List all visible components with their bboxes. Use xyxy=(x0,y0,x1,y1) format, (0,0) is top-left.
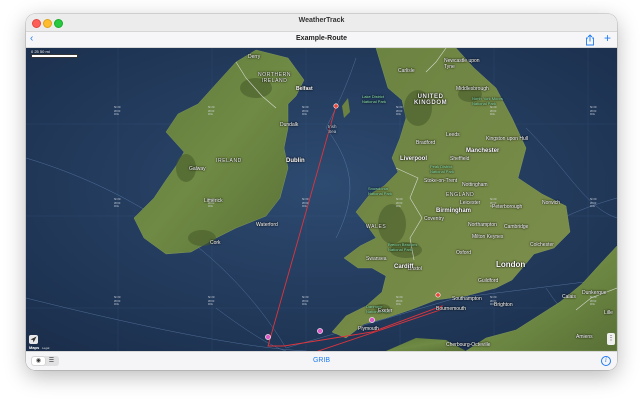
grid-cell-label: N=/0 W=0 0=k xyxy=(590,295,597,306)
park-label: Brecon Beacons National Park xyxy=(388,242,418,252)
title-bar: WeatherTrack xyxy=(26,14,617,32)
city-label: Cork xyxy=(210,240,221,246)
city-label: Amiens xyxy=(576,334,593,340)
country-label: UNITED KINGDOM xyxy=(414,94,448,106)
city-label: Belfast xyxy=(296,86,313,92)
grid-cell-label: N=/0 W=0 0=k xyxy=(208,295,215,306)
legal-link[interactable]: Legal xyxy=(42,346,49,350)
waypoint-end[interactable] xyxy=(435,292,441,298)
city-label: Limerick xyxy=(204,198,223,204)
grid-cell-label: N=/0 W=0 0=k xyxy=(396,105,403,116)
waypoint-marker[interactable] xyxy=(317,328,323,334)
city-label: Swansea xyxy=(366,256,387,262)
grid-cell-label: N=/0 W=0 0=k xyxy=(208,105,215,116)
waypoint-marker[interactable] xyxy=(265,334,271,340)
navigation-bar: ‹ Example-Route + xyxy=(26,31,617,48)
park-label: Lake District National Park xyxy=(362,94,387,104)
park-label: Snowdonia National Park xyxy=(368,186,393,196)
country-label: ENGLAND xyxy=(446,192,475,198)
bottom-toolbar: ◉ ☰ GRIB i xyxy=(26,351,617,370)
city-label: Galway xyxy=(189,166,206,172)
city-label: Northampton xyxy=(468,222,497,228)
city-label: Kingston upon Hull xyxy=(486,136,528,142)
city-label: Colchester xyxy=(530,242,554,248)
add-button[interactable]: + xyxy=(604,31,611,45)
country-label: IRELAND xyxy=(216,158,242,164)
city-label: Middlesbrough xyxy=(456,86,489,92)
city-label: Calais xyxy=(562,294,576,300)
city-label: Lille xyxy=(604,310,613,316)
country-label: NORTHERN IRELAND xyxy=(258,72,292,84)
city-label: Peterborough xyxy=(492,204,523,210)
city-label: Nottingham xyxy=(462,182,488,188)
city-label: Guildford xyxy=(478,278,499,284)
city-label: Derry xyxy=(248,54,261,60)
city-label: Cherbourg-Octeville xyxy=(446,342,491,348)
park-label: North York Moors National Park xyxy=(472,96,503,106)
city-label: Dunkerque xyxy=(582,290,607,296)
city-label: Stoke-on-Trent xyxy=(424,178,458,184)
city-label: Birmingham xyxy=(436,208,472,214)
grid-cell-label: N=/0 W=0 0=k xyxy=(590,105,597,116)
maps-logo: Maps xyxy=(29,345,40,350)
grid-cell-label: N=/0 W=0 0=k xyxy=(114,295,121,306)
grid-cell-label: N=/0 W=0 0=k xyxy=(302,197,309,208)
city-label: Cambridge xyxy=(504,224,529,230)
app-title: WeatherTrack xyxy=(298,17,345,24)
app-window: WeatherTrack ‹ Example-Route + N=/0 W=0 … xyxy=(26,14,617,370)
city-label: Milton Keynes xyxy=(472,234,504,240)
city-label: Leicester xyxy=(460,200,481,206)
city-label: Exeter xyxy=(378,308,393,314)
info-icon[interactable]: i xyxy=(601,356,611,366)
city-label: Manchester xyxy=(466,148,500,154)
city-label: Southampton xyxy=(452,296,482,302)
grid-cell-label: N=/0 W=0 0=k xyxy=(302,105,309,116)
grib-button[interactable]: GRIB xyxy=(26,357,617,364)
city-label: Dublin xyxy=(286,158,305,164)
scale-bar xyxy=(31,54,78,58)
map-options-icon[interactable]: ⋮ xyxy=(607,333,615,345)
waypoint-start[interactable] xyxy=(333,103,339,109)
sea-label: Irish Sea xyxy=(328,124,337,134)
city-label: Newcastle upon Tyne xyxy=(444,58,480,70)
grid-cell-label: N=/0 W=0 0=k xyxy=(396,295,403,306)
city-label: Brighton xyxy=(494,302,513,308)
city-label: Cardiff xyxy=(394,264,414,270)
city-label: Bradford xyxy=(416,140,436,146)
grid-cell-label: N=/0 W=0 0=k xyxy=(114,197,121,208)
city-label: Dundalk xyxy=(280,122,299,128)
map-view[interactable]: N=/0 W=0 0=k N=/0 W=0 0=k N=/0 W=0 0=k N… xyxy=(26,48,617,351)
route-title: Example-Route xyxy=(296,35,347,42)
park-label: Peak District National Park xyxy=(430,164,455,174)
city-label: Oxford xyxy=(456,250,472,256)
city-label: London xyxy=(496,260,526,269)
city-label: Norwich xyxy=(542,200,561,206)
city-label: Sheffield xyxy=(450,156,470,162)
grid-cell-label: N=/0 W=0 0=k xyxy=(590,197,597,208)
city-label: Plymouth xyxy=(358,326,379,332)
share-icon[interactable] xyxy=(585,33,595,46)
waypoint-marker[interactable] xyxy=(369,317,375,323)
grid-cell-label: N=/0 W=0 0=k xyxy=(396,197,403,208)
city-label: Coventry xyxy=(424,216,445,222)
grid-cell-label: N=/0 W=0 0=k xyxy=(302,295,309,306)
city-label: Bournemouth xyxy=(436,306,467,312)
grid-cell-label: N=/0 W=0 0=k xyxy=(490,105,497,116)
city-label: Leeds xyxy=(446,132,460,138)
country-label: WALES xyxy=(366,224,387,230)
grid-cell-label: N=/0 W=0 0=k xyxy=(114,105,121,116)
location-arrow-icon[interactable] xyxy=(29,335,38,344)
city-label: Carlisle xyxy=(398,68,415,74)
city-label: Liverpool xyxy=(400,156,428,162)
city-label: Waterford xyxy=(256,222,278,228)
